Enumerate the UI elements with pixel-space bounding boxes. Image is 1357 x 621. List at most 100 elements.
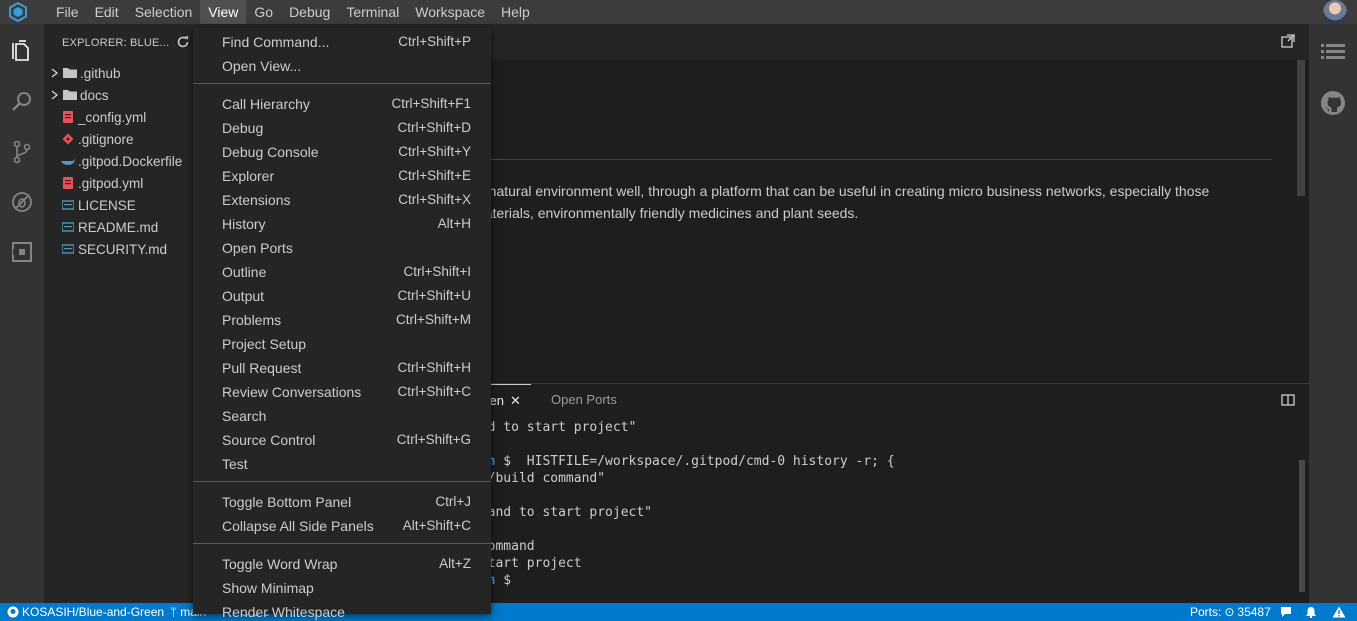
open-preview-icon[interactable] [1281,34,1295,51]
tab-open-ports[interactable]: Open Ports [551,384,617,416]
menu-item-call-hierarchy[interactable]: Call Hierarchy Ctrl+Shift+F1 [193,92,491,116]
terminal-text: $ [495,573,512,588]
editor-scrollbar[interactable] [1297,60,1305,196]
search-icon[interactable] [6,86,38,118]
status-repo[interactable]: KOSASIH/Blue-and-Green [7,603,164,621]
yaml-icon [60,109,76,125]
tree-folder[interactable]: .github [44,62,194,84]
menu-item-search[interactable]: Search [193,404,491,428]
menu-help[interactable]: Help [493,0,538,24]
menu-item-label: Output [222,288,265,304]
tree-item-label: LICENSE [78,197,136,213]
menu-item-source-control[interactable]: Source Control Ctrl+Shift+G [193,428,491,452]
menu-item-shortcut: Ctrl+Shift+X [398,192,471,207]
menu-item-label: Pull Request [222,360,302,376]
close-icon[interactable]: ✕ [510,393,521,408]
menu-item-shortcut: Ctrl+Shift+U [397,288,471,303]
menu-terminal[interactable]: Terminal [338,0,407,24]
source-control-icon[interactable] [6,136,38,168]
menu-file[interactable]: File [48,0,87,24]
menu-item-debug[interactable]: Debug Ctrl+Shift+D [193,116,491,140]
tree-file[interactable]: .gitpod.Dockerfile [44,150,194,172]
menu-item-label: Test [222,456,248,472]
menu-item-label: History [222,216,266,232]
terminal-line: it/build command" [472,471,605,486]
menu-item-find-command[interactable]: Find Command... Ctrl+Shift+P [193,30,491,54]
tree-file[interactable]: LICENSE [44,194,194,216]
menu-item-render-whitespace[interactable]: Render Whitespace [193,600,491,621]
menu-item-open-ports[interactable]: Open Ports [193,236,491,260]
tree-file[interactable]: _config.yml [44,106,194,128]
menu-workspace[interactable]: Workspace [407,0,493,24]
terminal-scrollbar[interactable] [1299,460,1305,592]
menu-go[interactable]: Go [246,0,281,24]
terminal-text: it/build command" [472,471,606,486]
menu-item-review-conversations[interactable]: Review Conversations Ctrl+Shift+C [193,380,491,404]
split-terminal-icon[interactable] [1281,393,1295,410]
chevron-right-icon[interactable] [48,68,62,78]
menu-item-toggle-bottom-panel[interactable]: Toggle Bottom Panel Ctrl+J [193,490,491,514]
menu-item-label: Call Hierarchy [222,96,310,112]
explorer-title: EXPLORER: BLUE... [62,37,170,49]
chevron-right-icon[interactable] [48,90,62,100]
menu-selection[interactable]: Selection [127,0,201,24]
menu-item-pull-request[interactable]: Pull Request Ctrl+Shift+H [193,356,491,380]
menu-item-output[interactable]: Output Ctrl+Shift+U [193,284,491,308]
menu-separator [193,543,491,544]
menu-item-label: Source Control [222,432,316,448]
tree-file[interactable]: README.md [44,216,194,238]
menu-item-label: Search [222,408,267,424]
folder-icon [62,87,78,103]
editor-text-line: g natural environment well, through a pl… [477,183,1210,199]
markdown-icon [60,241,76,257]
menu-item-shortcut: Ctrl+J [435,494,471,509]
license-icon [60,197,76,213]
terminal-line: een $ HISTFILE=/workspace/.gitpod/cmd-0 … [472,454,895,469]
menu-item-extensions[interactable]: Extensions Ctrl+Shift+X [193,188,491,212]
tree-file[interactable]: .gitignore [44,128,194,150]
github-icon[interactable] [1320,90,1346,119]
tree-file[interactable]: .gitpod.yml [44,172,194,194]
refresh-icon[interactable] [176,35,190,52]
menu-item-explorer[interactable]: Explorer Ctrl+Shift+E [193,164,491,188]
menu-item-label: Explorer [222,168,275,184]
debug-icon[interactable] [6,186,38,218]
terminal-text: $ HISTFILE=/workspace/.gitpod/cmd-0 hist… [495,454,895,469]
explorer-sidebar: EXPLORER: BLUE... .github docs _config.yml… [44,24,194,603]
menu-item-shortcut: Ctrl+Shift+G [396,432,471,447]
docker-icon [60,153,76,169]
menu-item-label: Toggle Word Wrap [222,556,338,572]
gitpod-logo-icon[interactable] [0,0,36,24]
menu-item-test[interactable]: Test [193,452,491,476]
menu-item-open-view[interactable]: Open View... [193,54,491,78]
menu-item-collapse-all-side-panels[interactable]: Collapse All Side Panels Alt+Shift+C [193,514,491,538]
terminal-text: and to start project" [472,420,637,435]
menu-item-label: Render Whitespace [222,604,345,620]
menu-item-problems[interactable]: Problems Ctrl+Shift+M [193,308,491,332]
menu-item-label: Toggle Bottom Panel [222,494,352,510]
menu-item-project-setup[interactable]: Project Setup [193,332,491,356]
feedback-icon[interactable] [1280,603,1294,621]
files-icon[interactable] [6,36,38,68]
menu-item-label: Find Command... [222,34,330,50]
yaml-icon [60,175,76,191]
extensions-icon[interactable] [6,236,38,268]
menu-item-toggle-word-wrap[interactable]: Toggle Word Wrap Alt+Z [193,552,491,576]
user-avatar[interactable] [1323,0,1347,24]
status-ports[interactable]: Ports: ⊙ 35487 [1190,603,1271,621]
menu-item-history[interactable]: History Alt+H [193,212,491,236]
menu-view[interactable]: View [200,0,247,24]
tree-file[interactable]: SECURITY.md [44,238,194,260]
menu-item-show-minimap[interactable]: Show Minimap [193,576,491,600]
outline-icon[interactable] [1321,42,1345,67]
menu-item-outline[interactable]: Outline Ctrl+Shift+I [193,260,491,284]
menu-item-shortcut: Ctrl+Shift+E [398,168,471,183]
menu-item-debug-console[interactable]: Debug Console Ctrl+Shift+Y [193,140,491,164]
alert-icon[interactable] [1332,603,1346,621]
menu-debug[interactable]: Debug [281,0,338,24]
tree-folder[interactable]: docs [44,84,194,106]
menu-separator [193,83,491,84]
menu-edit[interactable]: Edit [87,0,127,24]
menu-item-shortcut: Ctrl+Shift+D [397,120,471,135]
bell-icon[interactable] [1305,603,1317,621]
